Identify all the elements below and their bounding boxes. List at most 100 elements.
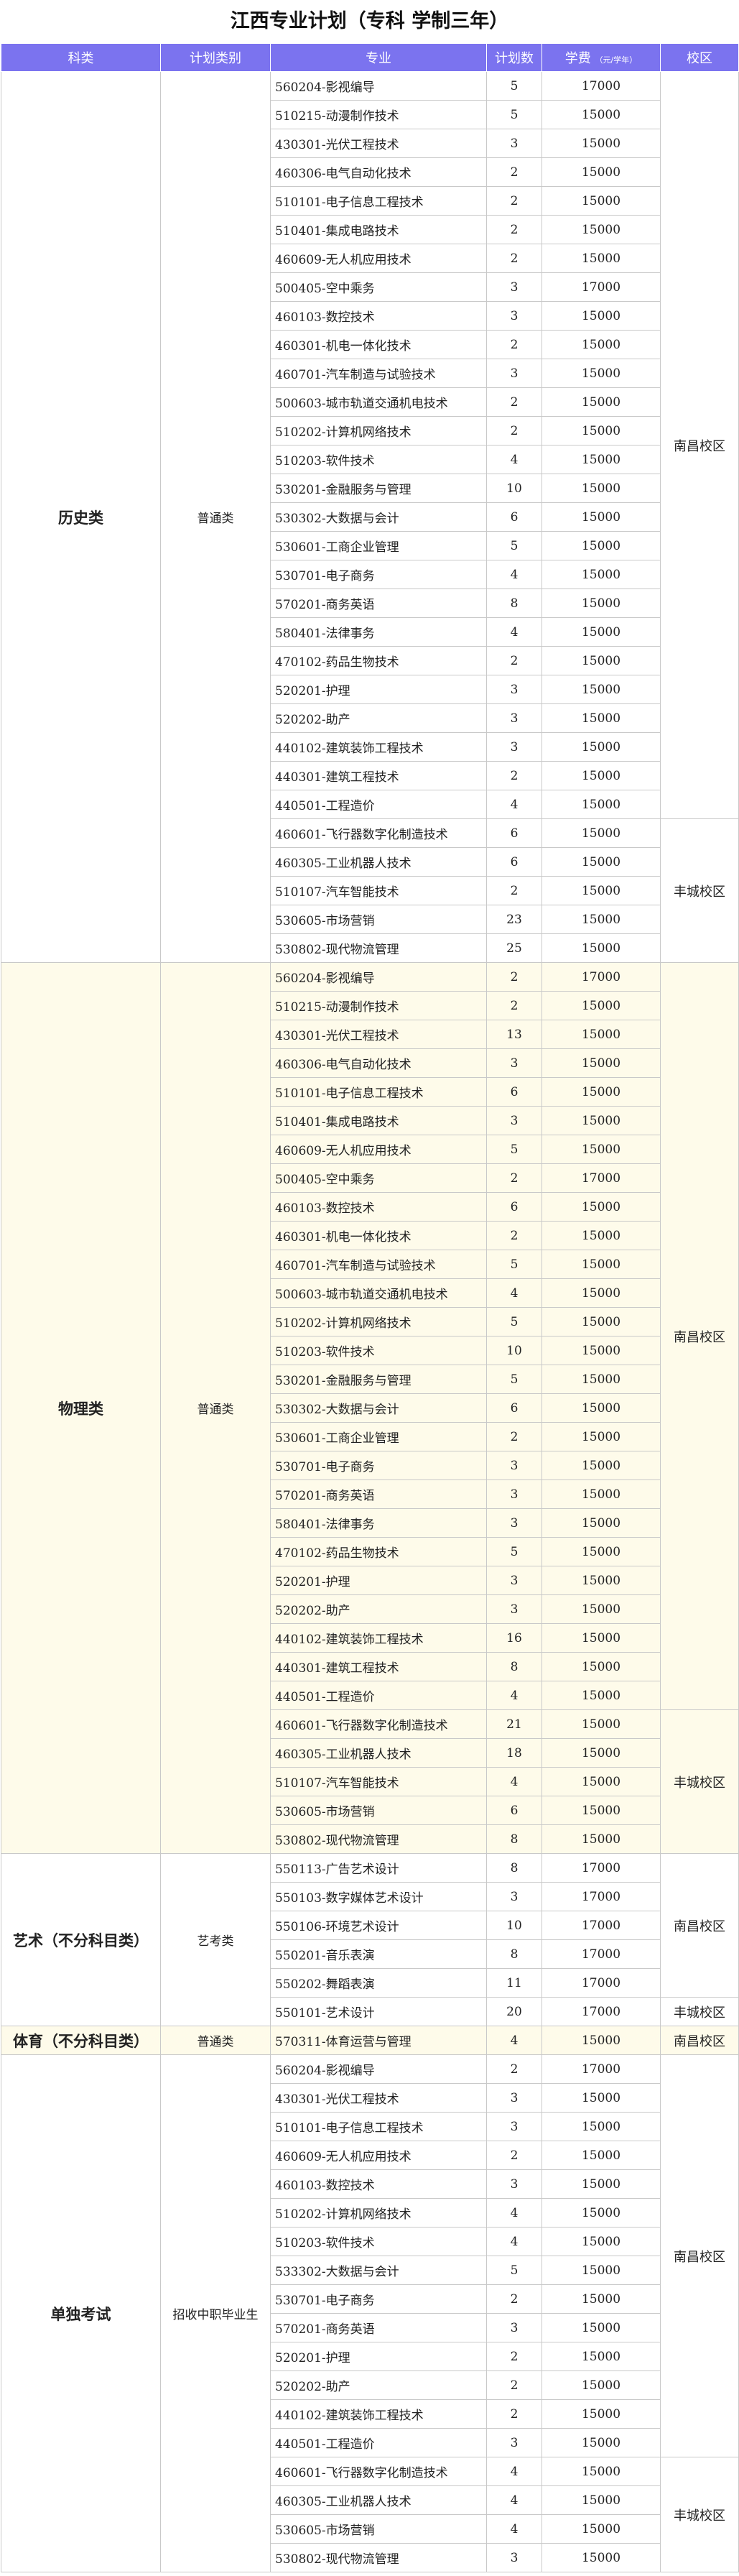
campus-cell: 丰城校区 (660, 2457, 739, 2572)
count-cell: 8 (486, 1853, 542, 1883)
fee-cell: 15000 (542, 761, 661, 790)
count-cell: 3 (486, 2313, 542, 2342)
major-cell: 460601-飞行器数字化制造技术 (270, 818, 487, 848)
count-cell: 2 (486, 2054, 542, 2084)
major-cell: 460301-机电一体化技术 (270, 1221, 487, 1250)
campus-cell: 丰城校区 (660, 818, 739, 963)
major-cell: 530802-现代物流管理 (270, 2543, 487, 2572)
fee-cell: 15000 (542, 2514, 661, 2544)
fee-cell: 15000 (542, 2342, 661, 2371)
major-cell: 500405-空中乘务 (270, 272, 487, 302)
major-cell: 460103-数控技术 (270, 2169, 487, 2199)
count-cell: 2 (486, 991, 542, 1020)
major-cell: 530605-市场营销 (270, 2514, 487, 2544)
major-cell: 510202-计算机网络技术 (270, 1307, 487, 1337)
plan-type-cell: 招收中职毕业生 (160, 2054, 271, 2572)
major-cell: 550201-音乐表演 (270, 1939, 487, 1969)
count-cell: 11 (486, 1968, 542, 1998)
count-cell: 4 (486, 2026, 542, 2055)
count-cell: 4 (486, 790, 542, 819)
fee-cell: 15000 (542, 416, 661, 446)
header-major: 专业 (270, 43, 487, 72)
count-cell: 3 (486, 301, 542, 331)
fee-cell: 15000 (542, 244, 661, 273)
count-cell: 4 (486, 560, 542, 589)
table-row: 艺术（不分科目类） 艺考类 550113-广告艺术设计 8 17000 南昌校区 (1, 1853, 739, 2026)
count-cell: 6 (486, 1393, 542, 1423)
count-cell: 4 (486, 1767, 542, 1796)
fee-cell: 15000 (542, 502, 661, 532)
major-cell: 530201-金融服务与管理 (270, 1365, 487, 1394)
table-row: 物理类 普通类 560204-影视编导 2 17000 南昌校区 (1, 962, 739, 1854)
count-cell: 25 (486, 933, 542, 963)
count-cell: 4 (486, 2198, 542, 2228)
count-cell: 3 (486, 675, 542, 704)
fee-cell: 15000 (542, 2169, 661, 2199)
fee-cell: 15000 (542, 2543, 661, 2572)
count-cell: 8 (486, 1652, 542, 1681)
page-title: 江西专业计划（专科 学制三年） (230, 10, 509, 32)
fee-cell: 15000 (542, 646, 661, 675)
count-cell: 8 (486, 1824, 542, 1854)
count-cell: 5 (486, 531, 542, 560)
fee-cell: 17000 (542, 1939, 661, 1969)
major-cell: 530701-电子商务 (270, 2284, 487, 2314)
major-cell: 460701-汽车制造与试验技术 (270, 1250, 487, 1279)
category-cell: 艺术（不分科目类） (1, 1853, 161, 2026)
major-cell: 510101-电子信息工程技术 (270, 2112, 487, 2141)
fee-cell: 17000 (542, 962, 661, 992)
count-cell: 2 (486, 2399, 542, 2429)
count-cell: 2 (486, 330, 542, 359)
count-cell: 5 (486, 1365, 542, 1394)
major-cell: 550101-艺术设计 (270, 1997, 487, 2026)
major-cell: 580401-法律事务 (270, 617, 487, 647)
count-cell: 3 (486, 2112, 542, 2141)
major-cell: 510203-软件技术 (270, 1336, 487, 1365)
campus-cell: 南昌校区 (660, 962, 739, 1710)
fee-cell: 15000 (542, 588, 661, 618)
fee-cell: 15000 (542, 2313, 661, 2342)
fee-cell: 17000 (542, 1997, 661, 2026)
fee-cell: 15000 (542, 1135, 661, 1164)
major-cell: 440501-工程造价 (270, 2428, 487, 2457)
fee-cell: 17000 (542, 272, 661, 302)
major-cell: 460301-机电一体化技术 (270, 330, 487, 359)
fee-cell: 15000 (542, 1106, 661, 1135)
campus-cell: 南昌校区 (660, 71, 739, 819)
fee-cell: 15000 (542, 1278, 661, 1308)
count-cell: 3 (486, 1508, 542, 1538)
major-cell: 530601-工商企业管理 (270, 531, 487, 560)
major-cell: 510203-软件技术 (270, 2227, 487, 2256)
campus-cell: 丰城校区 (660, 1997, 739, 2026)
fee-cell: 15000 (542, 933, 661, 963)
fee-cell: 15000 (542, 847, 661, 877)
count-cell: 5 (486, 1250, 542, 1279)
major-cell: 580401-法律事务 (270, 1508, 487, 1538)
major-cell: 570201-商务英语 (270, 588, 487, 618)
count-cell: 3 (486, 1566, 542, 1595)
major-cell: 550202-舞蹈表演 (270, 1968, 487, 1998)
major-cell: 520202-助产 (270, 1594, 487, 1624)
count-cell: 6 (486, 1077, 542, 1107)
count-cell: 4 (486, 445, 542, 474)
count-cell: 3 (486, 1451, 542, 1480)
count-cell: 2 (486, 2370, 542, 2400)
major-cell: 530201-金融服务与管理 (270, 474, 487, 503)
major-cell: 460306-电气自动化技术 (270, 157, 487, 187)
major-cell: 460609-无人机应用技术 (270, 1135, 487, 1164)
count-cell: 2 (486, 157, 542, 187)
count-cell: 5 (486, 100, 542, 129)
count-cell: 4 (486, 2227, 542, 2256)
major-cell: 570201-商务英语 (270, 1479, 487, 1509)
fee-cell: 15000 (542, 1623, 661, 1653)
major-cell: 560204-影视编导 (270, 962, 487, 992)
count-cell: 2 (486, 387, 542, 417)
fee-cell: 15000 (542, 359, 661, 388)
major-cell: 530601-工商企业管理 (270, 1422, 487, 1451)
fee-cell: 15000 (542, 1336, 661, 1365)
major-cell: 460609-无人机应用技术 (270, 244, 487, 273)
fee-cell: 15000 (542, 1566, 661, 1595)
major-cell: 500405-空中乘务 (270, 1163, 487, 1193)
fee-cell: 15000 (542, 1307, 661, 1337)
major-cell: 500603-城市轨道交通机电技术 (270, 1278, 487, 1308)
